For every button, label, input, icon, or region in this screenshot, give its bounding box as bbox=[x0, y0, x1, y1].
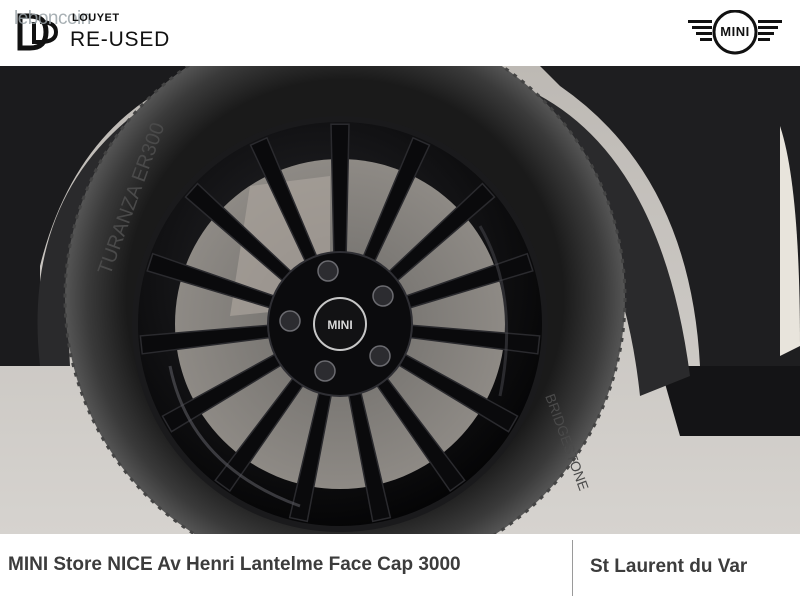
dealer-city: St Laurent du Var bbox=[590, 556, 748, 577]
wheel-image: TURANZA ER300 BRIDGESTONE MINI bbox=[0, 66, 800, 534]
dealer-name-main: RE-USED bbox=[70, 28, 171, 51]
wheel-photo: TURANZA ER300 BRIDGESTONE MINI bbox=[0, 66, 800, 534]
footer-divider bbox=[572, 540, 573, 596]
footer-bar: MINI Store NICE Av Henri Lantelme Face C… bbox=[0, 534, 800, 600]
center-cap-badge: MINI bbox=[327, 318, 352, 332]
rim-spoke bbox=[330, 123, 350, 258]
dealer-name-top: LOUYET bbox=[72, 12, 120, 24]
dealer-address: MINI Store NICE Av Henri Lantelme Face C… bbox=[8, 554, 461, 575]
header-bar: leboncoin LOUYET RE-USED MINI bbox=[0, 0, 800, 66]
mini-logo-label: MINI bbox=[720, 24, 750, 39]
